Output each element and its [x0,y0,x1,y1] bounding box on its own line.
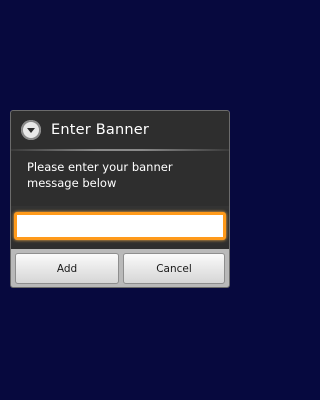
cancel-button[interactable]: Cancel [123,253,225,284]
banner-message-input[interactable] [14,212,226,240]
alert-circle-icon [21,120,41,140]
dialog-title: Enter Banner [51,122,150,138]
dialog-title-bar: Enter Banner [11,111,229,149]
dialog-button-bar: Add Cancel [11,249,229,287]
input-container [11,206,229,248]
add-button[interactable]: Add [15,253,119,284]
screen-background: Enter Banner Please enter your banner me… [0,0,240,400]
dialog-message: Please enter your banner message below [27,160,173,190]
enter-banner-dialog: Enter Banner Please enter your banner me… [10,110,230,288]
title-divider [11,149,229,151]
